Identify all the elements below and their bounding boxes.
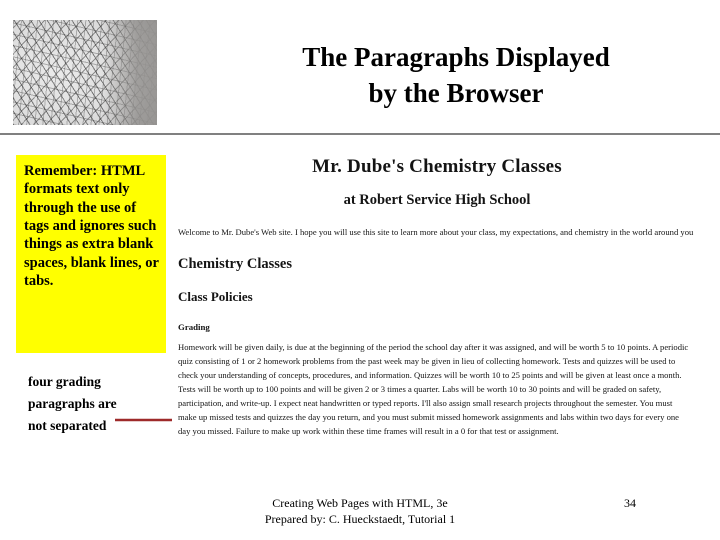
remember-callout-text: Remember: HTML formats text only through… bbox=[24, 163, 159, 289]
page-title-line-1: The Paragraphs Displayed bbox=[302, 42, 610, 72]
annotation-text: four grading paragraphs are not separate… bbox=[28, 374, 117, 433]
slide-number: 34 bbox=[624, 496, 636, 510]
remember-callout-box: Remember: HTML formats text only through… bbox=[16, 155, 166, 353]
browser-heading-1: Mr. Dube's Chemistry Classes bbox=[312, 156, 562, 177]
browser-heading-2: at Robert Service High School bbox=[343, 192, 531, 208]
annotation-label: four grading paragraphs are not separate… bbox=[28, 371, 128, 437]
browser-page-screenshot: Mr. Dube's Chemistry Classes at Robert S… bbox=[172, 143, 702, 488]
footer-credit-line-2: Prepared by: C. Hueckstaedt, Tutorial 1 bbox=[264, 511, 456, 526]
header-divider bbox=[0, 133, 720, 135]
footer-credit: Creating Web Pages with HTML, 3e Prepare… bbox=[150, 496, 570, 528]
slide-header: The Paragraphs Displayed by the Browser bbox=[0, 0, 720, 135]
texture-photo-image bbox=[13, 20, 157, 125]
browser-grading-paragraphs: Homework will be given daily, is due at … bbox=[178, 342, 689, 436]
page-title-line-2: by the Browser bbox=[368, 77, 544, 108]
browser-heading-class-policies: Class Policies bbox=[178, 289, 253, 305]
page-title: The Paragraphs Displayed by the Browser bbox=[220, 40, 692, 111]
browser-heading-chemistry-classes: Chemistry Classes bbox=[178, 256, 292, 273]
browser-intro-paragraph: Welcome to Mr. Dube's Web site. I hope y… bbox=[178, 227, 694, 237]
browser-heading-grading: Grading bbox=[178, 322, 210, 333]
footer-credit-line-1: Creating Web Pages with HTML, 3e bbox=[272, 496, 448, 510]
